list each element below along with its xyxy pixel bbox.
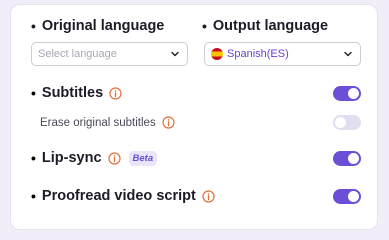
output-language-value: Spanish(ES)	[227, 48, 289, 60]
proofread-row: • Proofread video script	[31, 188, 361, 204]
erase-subtitles-toggle[interactable]	[333, 115, 361, 130]
subtitles-toggle[interactable]	[333, 85, 361, 101]
bullet: •	[31, 188, 36, 204]
toggle-knob	[348, 152, 359, 164]
erase-subtitles-label: Erase original subtitles	[40, 116, 156, 129]
lip-sync-label: Lip-sync	[41, 150, 102, 166]
original-language-heading: • Original language	[31, 18, 164, 34]
info-icon[interactable]	[202, 189, 215, 203]
subtitles-row: • Subtitles	[31, 85, 361, 101]
beta-badge: Beta	[128, 150, 158, 166]
bullet: •	[31, 150, 36, 166]
chevron-down-icon	[342, 48, 354, 60]
proofread-toggle[interactable]	[333, 188, 361, 204]
info-icon[interactable]	[107, 151, 121, 165]
output-language-select[interactable]: Spanish(ES)	[204, 42, 361, 66]
spain-flag-icon	[211, 48, 223, 60]
info-icon[interactable]	[162, 116, 175, 129]
proofread-label: Proofread video script	[41, 188, 196, 204]
chevron-down-icon	[169, 48, 181, 60]
toggle-knob	[348, 87, 359, 99]
original-language-select[interactable]: Select language	[31, 42, 188, 66]
lip-sync-toggle[interactable]	[333, 150, 361, 166]
toggle-knob	[335, 117, 346, 128]
erase-subtitles-row: Erase original subtitles	[40, 115, 361, 130]
info-icon[interactable]	[109, 86, 122, 100]
original-language-placeholder: Select language	[38, 48, 117, 60]
output-language-heading: • Output language	[202, 18, 328, 34]
subtitles-label: Subtitles	[41, 85, 104, 101]
bullet: •	[31, 18, 36, 34]
translation-settings-card: • Original language Select language • Ou…	[10, 4, 378, 230]
toggle-knob	[348, 190, 359, 202]
bullet: •	[31, 85, 36, 101]
bullet: •	[202, 18, 207, 34]
original-language-label: Original language	[41, 18, 165, 34]
output-language-label: Output language	[212, 18, 329, 34]
lip-sync-row: • Lip-sync Beta	[31, 150, 361, 166]
